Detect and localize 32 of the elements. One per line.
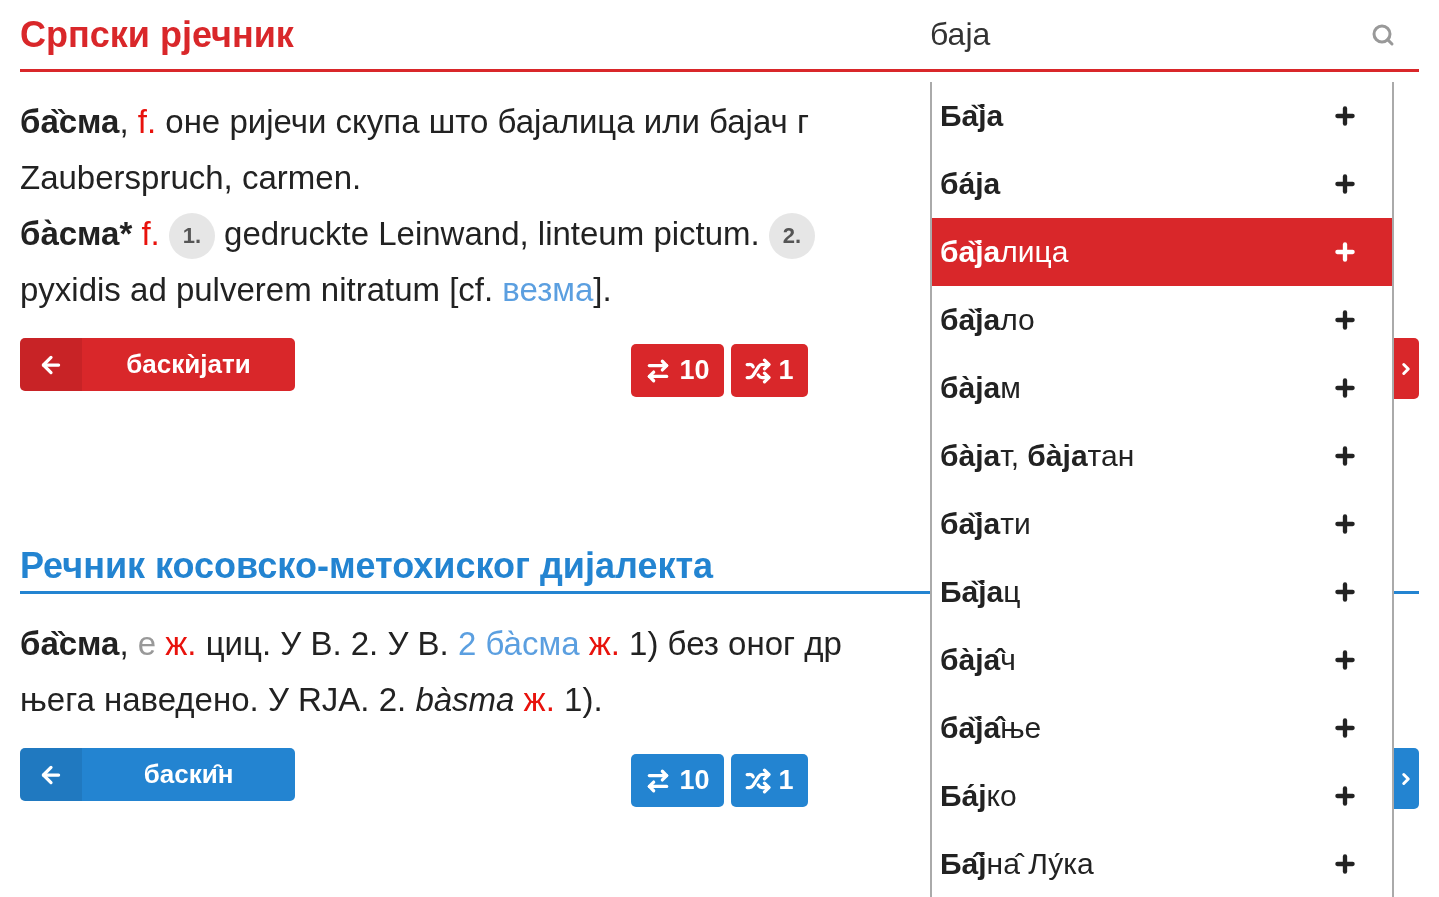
dictionary-entry: ба̏сма, f. оне ријечи скупа што бајалица или бајач г Zauberspruch, carmen. xyxy=(20,102,810,198)
sense-number: 1. xyxy=(168,213,215,260)
plus-icon xyxy=(1332,375,1358,401)
plus-icon xyxy=(1332,307,1358,333)
suggestion-item[interactable]: ба̏јалица xyxy=(932,218,1392,286)
plus-icon xyxy=(1332,511,1358,537)
dictionary-entry: ба̏сма, е ж. циц. У В. 2. У В. 2 ба̀сма ж. 1) без оног др њега наведено. У RJA. 2. bàsma ж. 1). xyxy=(20,624,843,720)
plus-icon xyxy=(1332,103,1358,129)
next-entry-button[interactable] xyxy=(1393,338,1419,399)
plus-icon xyxy=(1332,579,1358,605)
previous-entry-button[interactable]: баскѝјати xyxy=(20,338,295,391)
dictionary-entry: ба̀сма* f. 1. gedruckte Leinwand, linteum pictum. 2. pyxidis ad pulverem nitratum [cf. везма]. xyxy=(20,206,925,318)
shuffle-icon xyxy=(744,767,771,794)
plus-icon xyxy=(1332,715,1358,741)
plus-icon xyxy=(1332,239,1358,265)
plus-icon xyxy=(1332,783,1358,809)
plus-icon xyxy=(1332,647,1358,673)
all-results-button[interactable]: 10 xyxy=(631,754,724,807)
dictionary-title: Речник косовско-метохиског дијалекта xyxy=(20,545,715,587)
random-button[interactable]: 1 xyxy=(730,344,808,397)
dictionary-title: Српски рјечник xyxy=(20,13,294,56)
next-entry-button[interactable] xyxy=(1393,748,1419,809)
plus-icon xyxy=(1332,443,1358,469)
search-icon[interactable] xyxy=(1371,22,1395,47)
all-results-button[interactable]: 10 xyxy=(631,344,724,397)
shuffle-icon xyxy=(744,357,771,384)
random-button[interactable]: 1 xyxy=(730,754,808,807)
plus-icon xyxy=(1332,851,1358,877)
search-field[interactable]: баја xyxy=(930,16,1371,53)
sense-number: 2. xyxy=(768,213,815,260)
plus-icon xyxy=(1332,171,1358,197)
previous-entry-button[interactable]: баски̑н xyxy=(20,748,295,801)
